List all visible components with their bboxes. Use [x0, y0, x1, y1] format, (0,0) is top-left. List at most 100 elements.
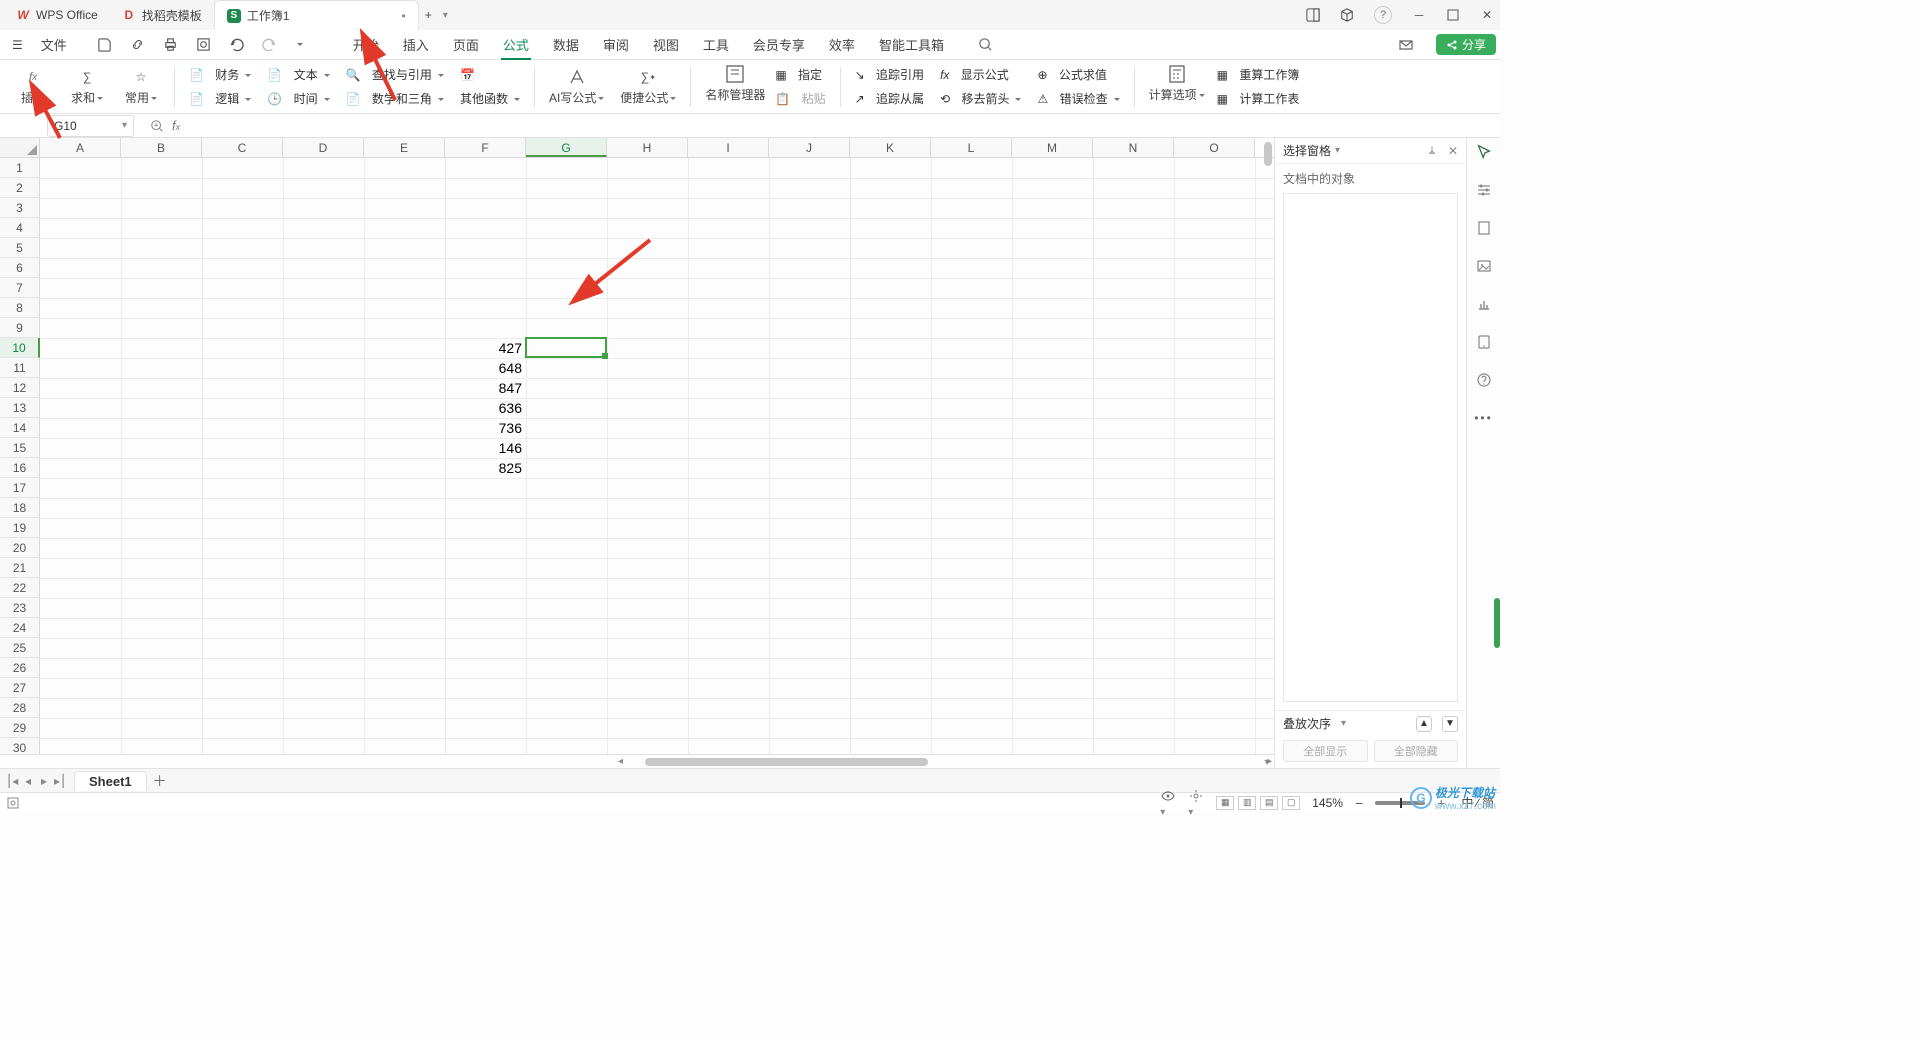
row-header[interactable]: 17	[0, 478, 40, 498]
cursor-select-icon[interactable]	[1474, 142, 1494, 162]
row-header[interactable]: 2	[0, 178, 40, 198]
sheet-nav-next[interactable]: ▸	[38, 774, 50, 788]
show-all-button[interactable]: 全部显示	[1283, 740, 1368, 762]
tab-formula[interactable]: 公式	[491, 31, 541, 59]
cell-value[interactable]: 736	[445, 418, 526, 438]
tablet-icon[interactable]	[1474, 332, 1494, 352]
cell-value[interactable]: 427	[445, 338, 526, 358]
column-header[interactable]: L	[931, 138, 1012, 157]
remove-arrows-button[interactable]: ⟲ 移去箭头	[940, 88, 1021, 110]
common-functions-button[interactable]: ☆ 常用	[122, 67, 160, 106]
expand-formula-bar-icon[interactable]	[150, 119, 164, 133]
math-functions[interactable]: 📄 数学和三角	[346, 88, 444, 110]
row-header[interactable]: 30	[0, 738, 40, 754]
column-header[interactable]: O	[1174, 138, 1255, 157]
column-header[interactable]: I	[688, 138, 769, 157]
column-header[interactable]: F	[445, 138, 526, 157]
handy-formula-button[interactable]: ∑✦ 便捷公式	[620, 67, 676, 106]
row-header[interactable]: 16	[0, 458, 40, 478]
undo-history-dropdown[interactable]	[287, 31, 311, 59]
formula-eval-button[interactable]: ⊕ 公式求值	[1037, 64, 1119, 86]
column-header[interactable]: M	[1012, 138, 1093, 157]
doc-tab-workbook1[interactable]: S 工作簿1 •	[214, 0, 419, 30]
window-maximize-button[interactable]	[1446, 8, 1460, 22]
zoom-out-button[interactable]: −	[1355, 795, 1363, 811]
row-header[interactable]: 9	[0, 318, 40, 338]
chart-tools-icon[interactable]	[1474, 294, 1494, 314]
tab-start[interactable]: 开始	[341, 31, 391, 59]
column-header[interactable]: N	[1093, 138, 1174, 157]
date-functions[interactable]: 📅	[460, 64, 520, 86]
ai-formula-button[interactable]: AI写公式	[549, 67, 604, 106]
column-header[interactable]: D	[283, 138, 364, 157]
tab-view[interactable]: 视图	[641, 31, 691, 59]
column-header[interactable]: H	[607, 138, 688, 157]
scrollbar-thumb[interactable]	[1264, 142, 1272, 166]
cell-value[interactable]: 636	[445, 398, 526, 418]
tab-page[interactable]: 页面	[441, 31, 491, 59]
row-header[interactable]: 6	[0, 258, 40, 278]
chevron-down-icon[interactable]: ▾	[1335, 145, 1340, 156]
row-header[interactable]: 4	[0, 218, 40, 238]
row-header[interactable]: 22	[0, 578, 40, 598]
other-functions[interactable]: 其他函数	[460, 88, 520, 110]
search-icon[interactable]	[970, 31, 1001, 59]
trace-precedents-button[interactable]: ↘ 追踪引用	[855, 64, 924, 86]
cell-value[interactable]: 648	[445, 358, 526, 378]
page-icon[interactable]	[1474, 218, 1494, 238]
tab-review[interactable]: 审阅	[591, 31, 641, 59]
doc-tab-wps-office[interactable]: W WPS Office	[4, 0, 110, 30]
text-functions[interactable]: 📄 文本	[267, 64, 329, 86]
sheet-tab-sheet1[interactable]: Sheet1	[74, 771, 147, 791]
more-icon[interactable]: •••	[1474, 408, 1494, 428]
time-functions[interactable]: 🕒 时间	[267, 88, 329, 110]
cell-value[interactable]: 825	[445, 458, 526, 478]
row-header[interactable]: 11	[0, 358, 40, 378]
scroll-down-arrow[interactable]: ▾	[1261, 756, 1273, 768]
name-box[interactable]: G10 ▾	[47, 115, 134, 137]
row-header[interactable]: 24	[0, 618, 40, 638]
view-page-layout[interactable]: ▥	[1238, 796, 1256, 810]
row-header[interactable]: 13	[0, 398, 40, 418]
chevron-down-icon[interactable]: ▾	[1341, 718, 1346, 729]
doc-tab-daoke[interactable]: D 找稻壳模板	[110, 0, 214, 30]
column-header[interactable]: A	[40, 138, 121, 157]
cell-value[interactable]: 847	[445, 378, 526, 398]
tab-insert[interactable]: 插入	[391, 31, 441, 59]
view-normal[interactable]: ▦	[1216, 796, 1234, 810]
calc-worksheet-button[interactable]: ▦ 计算工作表	[1217, 88, 1300, 110]
vertical-scrollbar[interactable]: ▴ ▾	[1261, 138, 1273, 768]
recalc-workbook-button[interactable]: ▦ 重算工作簿	[1217, 64, 1300, 86]
row-header[interactable]: 27	[0, 678, 40, 698]
window-close-button[interactable]: ✕	[1480, 8, 1494, 22]
help-icon[interactable]	[1474, 370, 1494, 390]
tab-smart[interactable]: 智能工具箱	[867, 31, 956, 59]
row-header[interactable]: 7	[0, 278, 40, 298]
tab-efficiency[interactable]: 效率	[817, 31, 867, 59]
tab-tools[interactable]: 工具	[691, 31, 741, 59]
name-manager-button[interactable]: 名称管理器	[705, 64, 765, 103]
layout-icon[interactable]	[1306, 8, 1320, 22]
side-panel-handle[interactable]	[1494, 598, 1500, 648]
mail-icon[interactable]	[1390, 31, 1422, 59]
file-menu-label[interactable]: 文件	[33, 31, 75, 59]
row-header[interactable]: 15	[0, 438, 40, 458]
row-header[interactable]: 28	[0, 698, 40, 718]
print-icon[interactable]	[155, 31, 186, 59]
panel-collapse-handle[interactable]	[1460, 283, 1466, 708]
row-header[interactable]: 12	[0, 378, 40, 398]
row-header[interactable]: 29	[0, 718, 40, 738]
row-header[interactable]: 10	[0, 338, 40, 358]
column-header[interactable]: B	[121, 138, 202, 157]
sheet-nav-first[interactable]: ⎮◂	[6, 774, 18, 788]
cell-value[interactable]: 146	[445, 438, 526, 458]
row-header[interactable]: 1	[0, 158, 40, 178]
finance-functions[interactable]: 📄 财务	[189, 64, 251, 86]
row-header[interactable]: 19	[0, 518, 40, 538]
row-header[interactable]: 3	[0, 198, 40, 218]
undo-button[interactable]	[221, 31, 252, 59]
column-header[interactable]: G	[526, 138, 607, 157]
image-gallery-icon[interactable]	[1474, 256, 1494, 276]
cell-area[interactable]: 427648847636736146825	[40, 158, 1274, 754]
row-header[interactable]: 18	[0, 498, 40, 518]
